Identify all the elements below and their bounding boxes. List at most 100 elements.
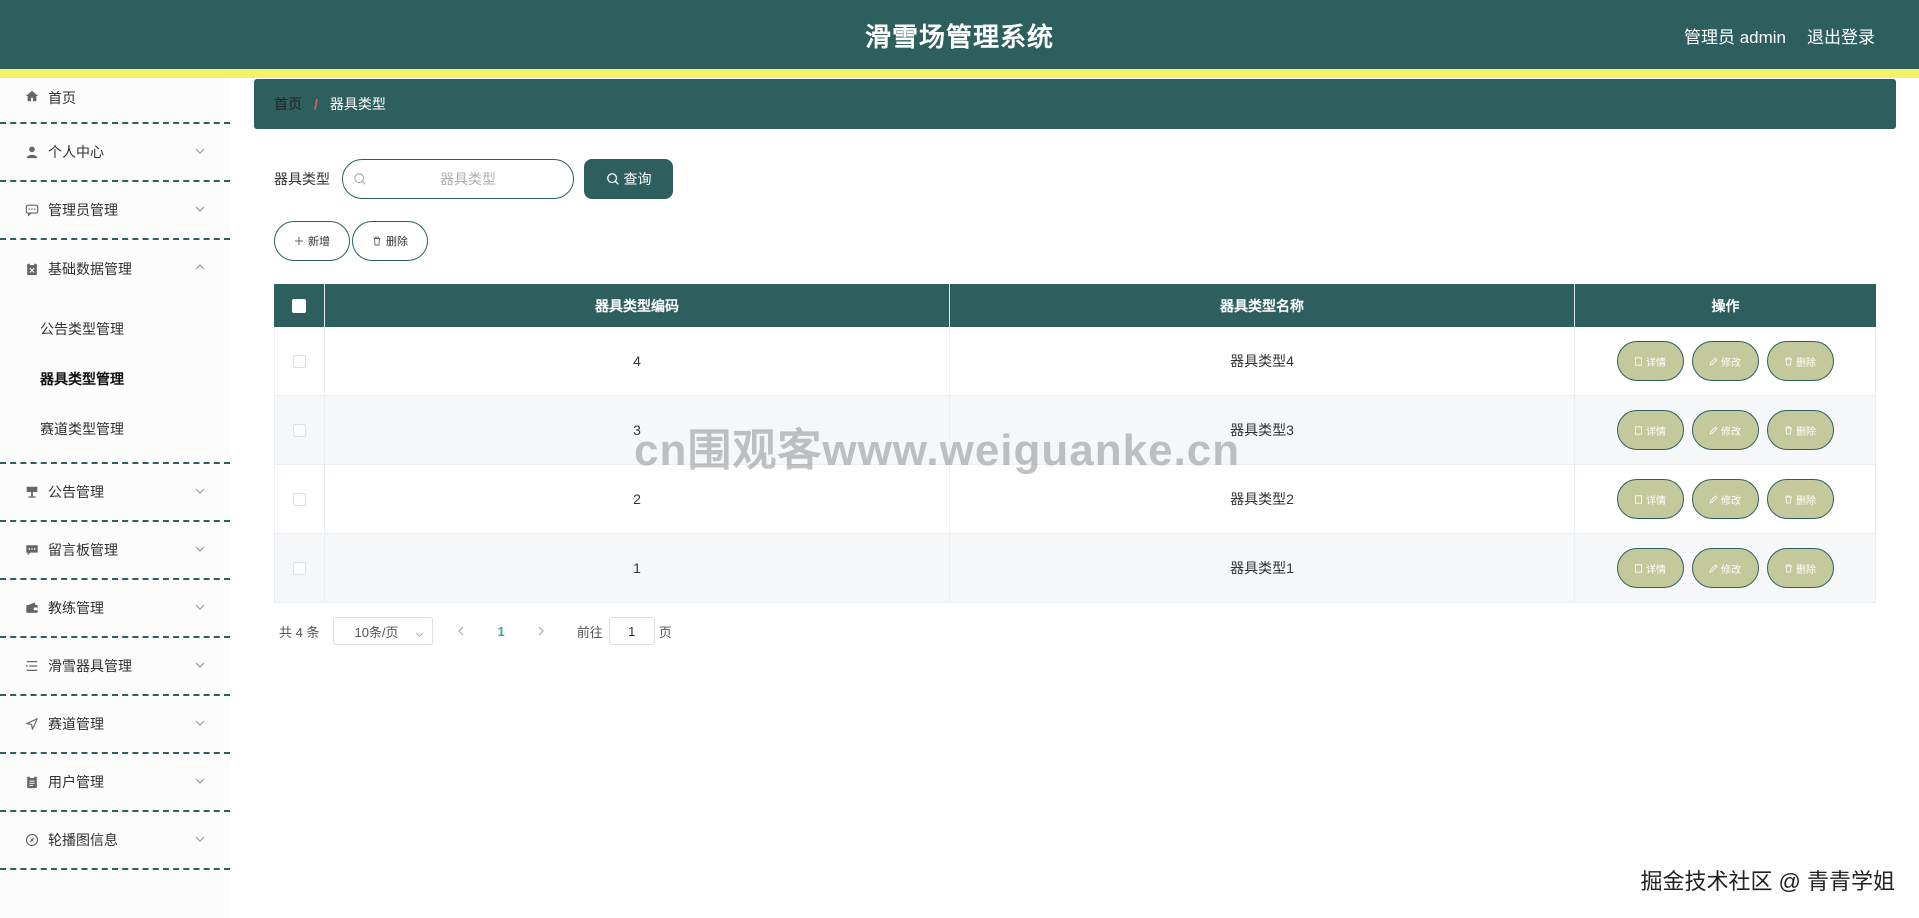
batch-delete-label: 删除 bbox=[386, 236, 408, 248]
sidebar-item-label: 公告管理 bbox=[48, 484, 104, 500]
edit-button[interactable]: 修改 bbox=[1691, 479, 1759, 519]
edit-button[interactable]: 修改 bbox=[1691, 410, 1759, 450]
breadcrumb-home-link[interactable]: 首页 bbox=[274, 94, 302, 114]
delete-label: 删除 bbox=[1796, 426, 1816, 438]
sidebar-item-label: 轮播图信息 bbox=[48, 832, 118, 848]
sidebar-item-label: 教练管理 bbox=[48, 600, 104, 616]
row-select-cell bbox=[274, 534, 325, 602]
stand-icon bbox=[24, 484, 40, 500]
sidebar-item-coach-management[interactable]: 教练管理 bbox=[0, 580, 230, 638]
row-checkbox[interactable] bbox=[293, 492, 306, 506]
query-button[interactable]: 查询 bbox=[584, 159, 673, 199]
trash-icon bbox=[372, 236, 382, 246]
sidebar-subitem-notice-type[interactable]: 公告类型管理 bbox=[0, 304, 230, 354]
logout-button[interactable]: 退出登录 bbox=[1807, 23, 1875, 48]
delete-button[interactable]: 删除 bbox=[1766, 479, 1834, 519]
add-button[interactable]: 新增 bbox=[274, 221, 350, 261]
chevron-down-icon bbox=[194, 658, 206, 670]
chevron-down-icon bbox=[194, 484, 206, 496]
delete-button[interactable]: 删除 bbox=[1766, 548, 1834, 588]
cell-ops: 详情 修改 删除 bbox=[1575, 465, 1876, 533]
sidebar-item-message-board[interactable]: 留言板管理 bbox=[0, 522, 230, 580]
chevron-down-icon bbox=[194, 202, 206, 214]
sidebar-item-track-management[interactable]: 赛道管理 bbox=[0, 696, 230, 754]
delete-button[interactable]: 删除 bbox=[1766, 410, 1834, 450]
detail-label: 详情 bbox=[1646, 495, 1666, 507]
sidebar-item-label: 滑雪器具管理 bbox=[48, 658, 132, 674]
list-icon bbox=[24, 658, 40, 674]
compass-icon bbox=[24, 832, 40, 848]
sidebar-item-basic-data-management[interactable]: 基础数据管理 bbox=[0, 240, 230, 298]
sidebar-item-label: 个人中心 bbox=[48, 144, 104, 160]
next-page-button[interactable] bbox=[535, 625, 547, 637]
sidebar-item-user-management[interactable]: 用户管理 bbox=[0, 754, 230, 812]
document-icon bbox=[24, 774, 40, 790]
row-select-cell bbox=[274, 396, 325, 464]
prev-page-button[interactable] bbox=[455, 625, 467, 637]
chevron-up-icon bbox=[194, 260, 206, 272]
goto-page-input[interactable] bbox=[608, 617, 655, 645]
search-field[interactable] bbox=[342, 159, 574, 199]
table-row: 1 器具类型1 详情 修改 删除 bbox=[274, 534, 1876, 603]
delete-label: 删除 bbox=[1796, 357, 1816, 369]
row-select-cell bbox=[274, 465, 325, 533]
wallet-icon bbox=[24, 600, 40, 616]
credit-text: 掘金技术社区 @ 青青学姐 bbox=[1640, 869, 1895, 894]
edit-button[interactable]: 修改 bbox=[1691, 341, 1759, 381]
sidebar-item-label: 首页 bbox=[48, 90, 76, 106]
edit-label: 修改 bbox=[1721, 426, 1741, 438]
sidebar-item-ski-equipment[interactable]: 滑雪器具管理 bbox=[0, 638, 230, 696]
row-checkbox[interactable] bbox=[293, 354, 306, 368]
batch-delete-button[interactable]: 删除 bbox=[352, 221, 428, 261]
breadcrumb-current: 器具类型 bbox=[329, 96, 386, 112]
pencil-icon bbox=[1709, 563, 1718, 573]
search-input[interactable] bbox=[373, 160, 563, 198]
app-title: 滑雪场管理系统 bbox=[864, 22, 1054, 52]
sidebar-item-personal-center[interactable]: 个人中心 bbox=[0, 124, 230, 182]
action-bar: 新增 删除 bbox=[274, 221, 428, 261]
row-checkbox[interactable] bbox=[293, 561, 306, 575]
delete-button[interactable]: 删除 bbox=[1766, 341, 1834, 381]
cell-ops: 详情 修改 删除 bbox=[1575, 534, 1876, 602]
total-count: 共 4 条 bbox=[279, 624, 320, 640]
trash-icon bbox=[1784, 495, 1793, 504]
detail-button[interactable]: 详情 bbox=[1616, 479, 1684, 519]
chevron-down-icon bbox=[194, 716, 206, 728]
cell-code: 1 bbox=[325, 534, 950, 602]
document-icon bbox=[1634, 494, 1643, 504]
sidebar-item-label: 赛道管理 bbox=[48, 716, 104, 732]
chevron-down-icon bbox=[194, 542, 206, 554]
breadcrumb-separator: / bbox=[314, 96, 318, 112]
detail-button[interactable]: 详情 bbox=[1616, 341, 1684, 381]
navigation-icon bbox=[24, 716, 40, 732]
cell-ops: 详情 修改 删除 bbox=[1575, 327, 1876, 395]
page-size-select[interactable]: 10条/页 bbox=[333, 617, 434, 645]
query-button-label: 查询 bbox=[623, 171, 652, 187]
sidebar-item-notice-management[interactable]: 公告管理 bbox=[0, 464, 230, 522]
sidebar-item-label: 基础数据管理 bbox=[48, 261, 132, 277]
pencil-icon bbox=[1709, 425, 1718, 435]
chevron-down-icon bbox=[194, 600, 206, 612]
sidebar-subitem-track-type[interactable]: 赛道类型管理 bbox=[0, 404, 230, 454]
accent-bar bbox=[0, 69, 1919, 78]
document-icon bbox=[1634, 425, 1643, 435]
row-checkbox[interactable] bbox=[293, 423, 306, 437]
home-icon bbox=[24, 88, 40, 104]
pencil-icon bbox=[1709, 356, 1718, 366]
pencil-icon bbox=[1709, 494, 1718, 504]
sidebar-item-home[interactable]: 首页 bbox=[0, 78, 230, 124]
trash-icon bbox=[1784, 357, 1793, 366]
select-all-checkbox[interactable] bbox=[292, 298, 306, 313]
select-all-cell bbox=[274, 284, 325, 327]
sidebar-subitem-equipment-type[interactable]: 器具类型管理 bbox=[0, 354, 230, 404]
sidebar-item-carousel-info[interactable]: 轮播图信息 bbox=[0, 812, 230, 870]
table-header: 器具类型编码 器具类型名称 操作 bbox=[274, 284, 1876, 327]
edit-button[interactable]: 修改 bbox=[1691, 548, 1759, 588]
detail-button[interactable]: 详情 bbox=[1616, 410, 1684, 450]
message-icon bbox=[24, 542, 40, 558]
page-number-current[interactable]: 1 bbox=[497, 624, 504, 639]
clipboard-icon bbox=[24, 261, 40, 277]
sidebar-item-admin-management[interactable]: 管理员管理 bbox=[0, 182, 230, 240]
column-header: 器具类型编码 bbox=[325, 284, 950, 327]
detail-button[interactable]: 详情 bbox=[1616, 548, 1684, 588]
